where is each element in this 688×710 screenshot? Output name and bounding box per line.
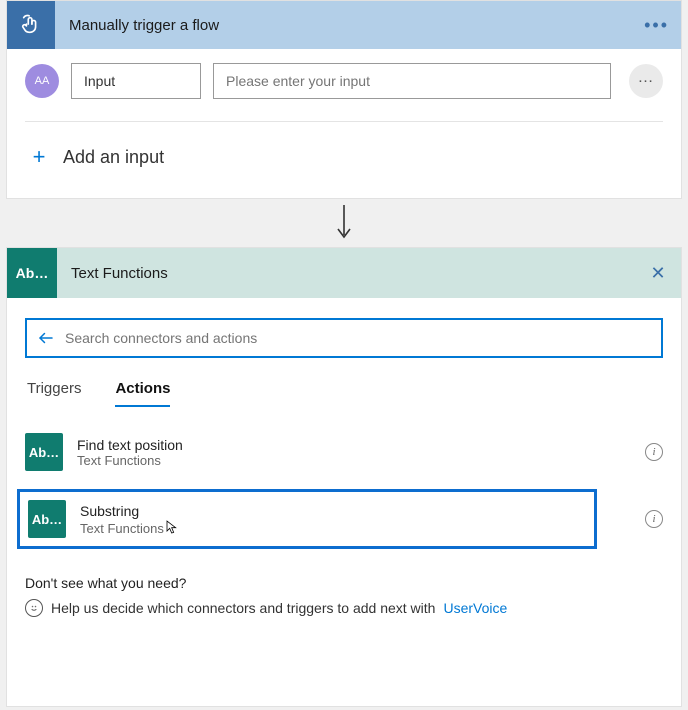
action-connector: Text Functions — [80, 521, 164, 536]
back-arrow-icon[interactable] — [37, 329, 55, 347]
action-find-text-position[interactable]: Ab… Find text position Text Functions — [25, 425, 633, 479]
action-picker-header[interactable]: Ab… Text Functions ✕ — [7, 248, 681, 298]
help-line: Help us decide which connectors and trig… — [25, 599, 663, 617]
uservoice-link[interactable]: UserVoice — [443, 600, 507, 616]
action-connector: Text Functions — [77, 453, 183, 468]
action-name: Find text position — [77, 437, 183, 453]
info-icon[interactable]: i — [645, 443, 663, 461]
trigger-body: AA … + Add an input — [7, 49, 681, 198]
help-text: Help us decide which connectors and trig… — [51, 600, 435, 616]
close-button[interactable]: ✕ — [635, 263, 681, 284]
action-row-substring: Ab… Substring Text Functions i — [25, 489, 663, 549]
picker-tabs: Triggers Actions — [27, 380, 661, 407]
info-icon[interactable]: i — [645, 510, 663, 528]
text-functions-icon: Ab… — [25, 433, 63, 471]
cursor-icon — [160, 521, 180, 536]
tab-actions[interactable]: Actions — [115, 380, 170, 407]
action-picker-title: Text Functions — [57, 265, 635, 282]
trigger-title: Manually trigger a flow — [55, 17, 644, 34]
trigger-card: Manually trigger a flow ••• AA … + Add a… — [6, 0, 682, 199]
input-type-chip[interactable]: AA — [25, 64, 59, 98]
trigger-menu-button[interactable]: ••• — [644, 16, 669, 34]
add-input-label: Add an input — [63, 147, 164, 168]
help-block: Don't see what you need? Help us decide … — [25, 575, 663, 617]
search-field-wrap[interactable] — [25, 318, 663, 358]
add-input-button[interactable]: + Add an input — [25, 122, 663, 192]
action-row-findtext: Ab… Find text position Text Functions i — [25, 425, 663, 479]
plus-icon: + — [29, 144, 49, 170]
flow-connector-arrow — [0, 199, 688, 247]
tab-triggers[interactable]: Triggers — [27, 380, 81, 407]
smiley-icon — [25, 599, 43, 617]
text-functions-icon: Ab… — [28, 500, 66, 538]
search-input[interactable] — [65, 330, 651, 346]
touch-icon — [7, 1, 55, 49]
help-question: Don't see what you need? — [25, 575, 663, 591]
action-name: Substring — [80, 503, 179, 519]
input-value-field[interactable] — [213, 63, 611, 99]
actions-list: Ab… Find text position Text Functions i … — [25, 425, 663, 549]
input-row: AA … — [25, 63, 663, 99]
trigger-header[interactable]: Manually trigger a flow ••• — [7, 1, 681, 49]
input-more-button[interactable]: … — [629, 64, 663, 98]
input-name-field[interactable] — [71, 63, 201, 99]
action-substring[interactable]: Ab… Substring Text Functions — [17, 489, 597, 549]
action-picker-body: Triggers Actions Ab… Find text position … — [7, 298, 681, 637]
text-functions-icon: Ab… — [7, 248, 57, 298]
action-picker-card: Ab… Text Functions ✕ Triggers Actions Ab… — [6, 247, 682, 707]
